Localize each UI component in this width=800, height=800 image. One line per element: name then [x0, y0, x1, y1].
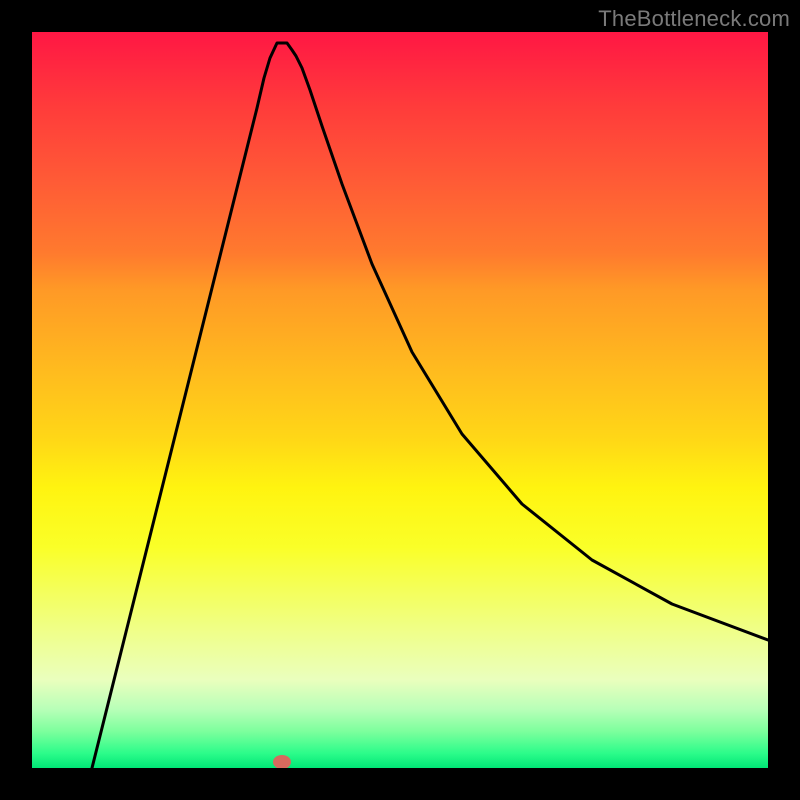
plot-area	[32, 32, 768, 768]
marker-dot	[273, 755, 291, 768]
bottleneck-curve	[32, 32, 768, 768]
watermark-label: TheBottleneck.com	[598, 6, 790, 32]
chart-frame: TheBottleneck.com	[0, 0, 800, 800]
